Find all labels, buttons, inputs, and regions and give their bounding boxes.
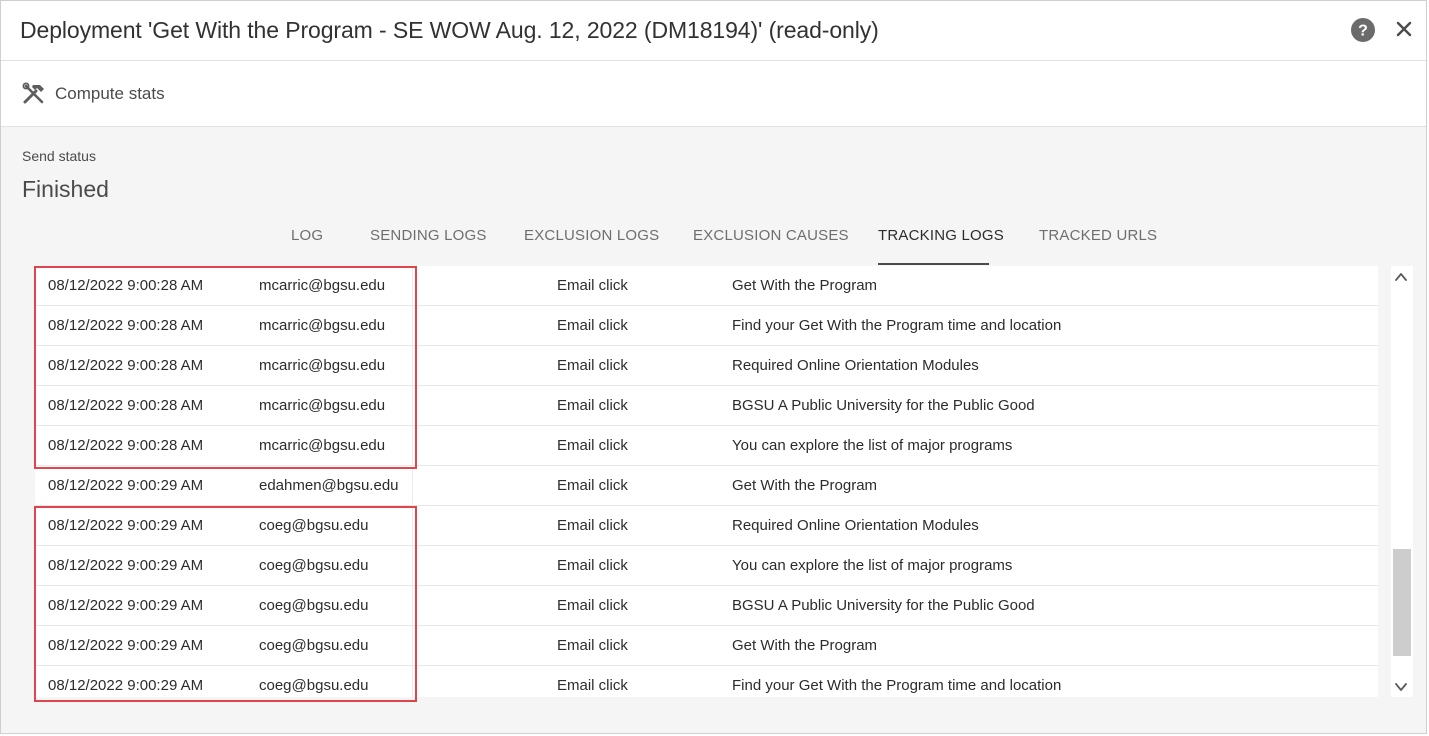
column-separator [412, 586, 413, 626]
column-separator [412, 466, 413, 506]
table-row[interactable]: 08/12/2022 9:00:28 AM mcarric@bgsu.edu Ema… [35, 266, 1378, 306]
cell-label: BGSU A Public University for the Public … [732, 597, 1035, 614]
cell-date: 08/12/2022 9:00:29 AM [48, 517, 204, 534]
cell-label: Get With the Program [732, 637, 878, 654]
deployment-dialog: Deployment 'Get With the Program - SE WO… [0, 0, 1427, 734]
cell-type: Email click [557, 317, 628, 334]
tracking-logs-table: 08/12/2022 9:00:28 AM mcarric@bgsu.edu Ema… [35, 266, 1378, 697]
cell-date: 08/12/2022 9:00:29 AM [48, 677, 204, 694]
column-separator [412, 626, 413, 666]
table-row[interactable]: 08/12/2022 9:00:29 AM coeg@bgsu.edu Email … [35, 626, 1378, 666]
dialog-title: Deployment 'Get With the Program - SE WO… [20, 17, 879, 43]
tab-sending-logs[interactable]: SENDING LOGS [370, 227, 487, 244]
table-row[interactable]: 08/12/2022 9:00:29 AM coeg@bgsu.edu Email … [35, 506, 1378, 546]
cell-label: Required Online Orientation Modules [732, 517, 979, 534]
table-row[interactable]: 08/12/2022 9:00:29 AM edahmen@bgsu.edu Ema… [35, 466, 1378, 506]
cell-type: Email click [557, 637, 628, 654]
tab-exclusion-causes[interactable]: EXCLUSION CAUSES [693, 227, 849, 244]
table-row[interactable]: 08/12/2022 9:00:28 AM mcarric@bgsu.edu Ema… [35, 346, 1378, 386]
cell-email: coeg@bgsu.edu [259, 597, 369, 614]
cell-type: Email click [557, 517, 628, 534]
column-separator [412, 546, 413, 586]
cell-label: Get With the Program [732, 277, 878, 294]
cell-email: mcarric@bgsu.edu [259, 277, 386, 294]
cell-date: 08/12/2022 9:00:29 AM [48, 597, 204, 614]
cell-type: Email click [557, 397, 628, 414]
column-separator [412, 306, 413, 346]
column-separator [412, 386, 413, 426]
column-separator [412, 346, 413, 386]
cell-label: Find your Get With the Program time and … [732, 317, 1062, 334]
question-circle-icon[interactable]: ? [1351, 18, 1375, 42]
cell-label: You can explore the list of major progra… [732, 437, 1013, 454]
cell-label: You can explore the list of major progra… [732, 557, 1013, 574]
cell-email: coeg@bgsu.edu [259, 677, 369, 694]
cell-email: mcarric@bgsu.edu [259, 317, 386, 334]
cell-date: 08/12/2022 9:00:29 AM [48, 557, 204, 574]
cell-label: Find your Get With the Program time and … [732, 677, 1062, 694]
dialog-titlebar: Deployment 'Get With the Program - SE WO… [1, 1, 1426, 61]
hammer-wrench-icon [22, 82, 44, 104]
table-row[interactable]: 08/12/2022 9:00:28 AM mcarric@bgsu.edu Ema… [35, 386, 1378, 426]
cell-email: coeg@bgsu.edu [259, 637, 369, 654]
column-separator [412, 666, 413, 697]
cell-type: Email click [557, 357, 628, 374]
cell-date: 08/12/2022 9:00:29 AM [48, 637, 204, 654]
cell-type: Email click [557, 437, 628, 454]
tab-exclusion-logs[interactable]: EXCLUSION LOGS [524, 227, 659, 244]
table-row[interactable]: 08/12/2022 9:00:29 AM coeg@bgsu.edu Email … [35, 666, 1378, 697]
cell-email: mcarric@bgsu.edu [259, 437, 386, 454]
tab-tracked-urls[interactable]: TRACKED URLS [1039, 227, 1157, 244]
active-tab-indicator [878, 263, 989, 265]
cell-date: 08/12/2022 9:00:29 AM [48, 477, 204, 494]
cell-type: Email click [557, 597, 628, 614]
compute-stats-label: Compute stats [55, 84, 165, 103]
table-row[interactable]: 08/12/2022 9:00:29 AM coeg@bgsu.edu Email … [35, 546, 1378, 586]
compute-stats-button[interactable]: Compute stats [21, 80, 165, 108]
tab-tracking-logs[interactable]: TRACKING LOGS [878, 227, 1004, 244]
column-separator [412, 426, 413, 466]
cell-email: coeg@bgsu.edu [259, 517, 369, 534]
column-separator [412, 266, 413, 306]
svg-text:?: ? [1358, 23, 1368, 40]
cell-type: Email click [557, 277, 628, 294]
scrollbar-thumb[interactable] [1393, 549, 1411, 656]
cell-email: edahmen@bgsu.edu [259, 477, 399, 494]
cell-email: mcarric@bgsu.edu [259, 397, 386, 414]
cell-label: Required Online Orientation Modules [732, 357, 979, 374]
cell-email: mcarric@bgsu.edu [259, 357, 386, 374]
close-icon[interactable] [1392, 17, 1416, 41]
table-row[interactable]: 08/12/2022 9:00:28 AM mcarric@bgsu.edu Ema… [35, 426, 1378, 466]
cell-label: Get With the Program [732, 477, 878, 494]
cell-label: BGSU A Public University for the Public … [732, 397, 1035, 414]
cell-date: 08/12/2022 9:00:28 AM [48, 277, 204, 294]
cell-email: coeg@bgsu.edu [259, 557, 369, 574]
tab-log[interactable]: LOG [291, 227, 323, 244]
cell-date: 08/12/2022 9:00:28 AM [48, 317, 204, 334]
cell-date: 08/12/2022 9:00:28 AM [48, 397, 204, 414]
send-status-label: Send status [22, 148, 96, 164]
chevron-up-icon[interactable] [1393, 269, 1409, 285]
log-tabs: LOG SENDING LOGS EXCLUSION LOGS EXCLUSIO… [1, 215, 1426, 267]
chevron-down-icon[interactable] [1393, 679, 1409, 695]
table-row[interactable]: 08/12/2022 9:00:29 AM coeg@bgsu.edu Email … [35, 586, 1378, 626]
cell-type: Email click [557, 557, 628, 574]
cell-date: 08/12/2022 9:00:28 AM [48, 437, 204, 454]
cell-type: Email click [557, 477, 628, 494]
send-status-value: Finished [22, 176, 109, 202]
cell-type: Email click [557, 677, 628, 694]
cell-date: 08/12/2022 9:00:28 AM [48, 357, 204, 374]
column-separator [412, 506, 413, 546]
dialog-toolbar: Compute stats [1, 61, 1426, 127]
table-row[interactable]: 08/12/2022 9:00:28 AM mcarric@bgsu.edu Ema… [35, 306, 1378, 346]
